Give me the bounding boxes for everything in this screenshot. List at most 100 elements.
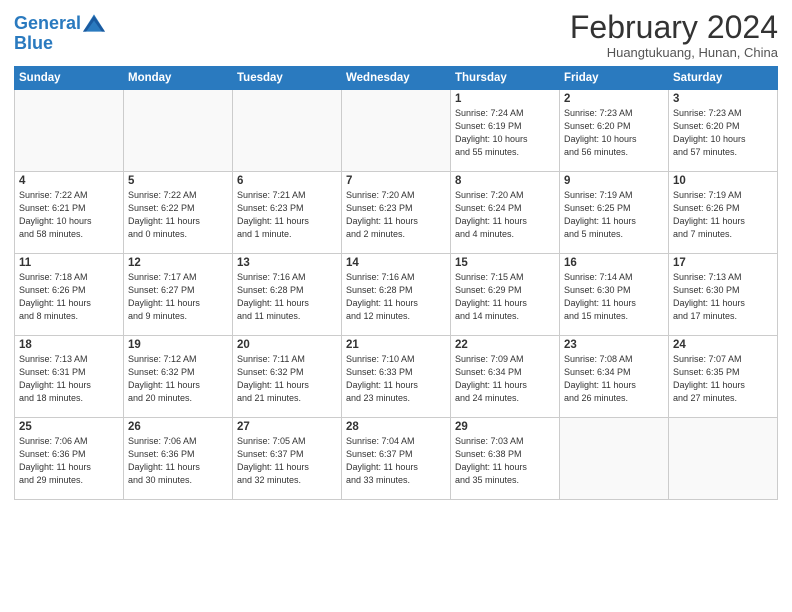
day-number: 1: [455, 93, 555, 105]
calendar-cell: 16Sunrise: 7:14 AMSunset: 6:30 PMDayligh…: [560, 254, 669, 336]
day-info: Sunrise: 7:20 AMSunset: 6:23 PMDaylight:…: [346, 189, 446, 241]
day-info: Sunrise: 7:22 AMSunset: 6:22 PMDaylight:…: [128, 189, 228, 241]
day-of-week-header: Sunday: [15, 67, 124, 90]
day-number: 3: [673, 93, 773, 105]
calendar-cell: 6 Sunrise: 7:21 AMSunset: 6:23 PMDaylight…: [233, 172, 342, 254]
day-number: 22: [455, 339, 555, 351]
calendar-cell: 2 Sunrise: 7:23 AMSunset: 6:20 PMDaylight…: [560, 90, 669, 172]
calendar-cell: 21 Sunrise: 7:10 AMSunset: 6:33 PMDayligh…: [342, 336, 451, 418]
logo: General Blue: [14, 14, 105, 54]
day-of-week-header: Thursday: [451, 67, 560, 90]
day-info: Sunrise: 7:19 AMSunset: 6:25 PMDaylight:…: [564, 189, 664, 241]
day-number: 10: [673, 175, 773, 187]
day-number: 16: [564, 257, 664, 269]
calendar-week-row: 18 Sunrise: 7:13 AMSunset: 6:31 PMDayligh…: [15, 336, 778, 418]
page: General Blue February 2024 Huangtukuang,…: [0, 0, 792, 612]
logo-icon: [83, 14, 105, 32]
day-number: 9: [564, 175, 664, 187]
calendar-cell: 9 Sunrise: 7:19 AMSunset: 6:25 PMDaylight…: [560, 172, 669, 254]
calendar-cell: 7 Sunrise: 7:20 AMSunset: 6:23 PMDaylight…: [342, 172, 451, 254]
day-info: Sunrise: 7:10 AMSunset: 6:33 PMDaylight:…: [346, 353, 446, 405]
day-info: Sunrise: 7:15 AMSunset: 6:29 PMDaylight:…: [455, 271, 555, 323]
calendar-cell: [560, 418, 669, 500]
day-of-week-header: Friday: [560, 67, 669, 90]
calendar-cell: 5 Sunrise: 7:22 AMSunset: 6:22 PMDaylight…: [124, 172, 233, 254]
calendar-cell: 29 Sunrise: 7:03 AMSunset: 6:38 PMDayligh…: [451, 418, 560, 500]
calendar-cell: 13 Sunrise: 7:16 AMSunset: 6:28 PMDayligh…: [233, 254, 342, 336]
day-info: Sunrise: 7:23 AMSunset: 6:20 PMDaylight:…: [564, 107, 664, 159]
calendar-cell: 12Sunrise: 7:17 AMSunset: 6:27 PMDayligh…: [124, 254, 233, 336]
day-number: 23: [564, 339, 664, 351]
day-number: 21: [346, 339, 446, 351]
calendar-cell: 15Sunrise: 7:15 AMSunset: 6:29 PMDayligh…: [451, 254, 560, 336]
calendar-cell: 18 Sunrise: 7:13 AMSunset: 6:31 PMDayligh…: [15, 336, 124, 418]
day-of-week-header: Wednesday: [342, 67, 451, 90]
day-number: 18: [19, 339, 119, 351]
month-year-title: February 2024: [570, 10, 778, 45]
day-number: 24: [673, 339, 773, 351]
title-block: February 2024 Huangtukuang, Hunan, China: [570, 10, 778, 60]
calendar-cell: [15, 90, 124, 172]
location-subtitle: Huangtukuang, Hunan, China: [570, 45, 778, 60]
day-number: 6: [237, 175, 337, 187]
calendar-cell: 24Sunrise: 7:07 AMSunset: 6:35 PMDayligh…: [669, 336, 778, 418]
day-info: Sunrise: 7:20 AMSunset: 6:24 PMDaylight:…: [455, 189, 555, 241]
calendar-cell: 19 Sunrise: 7:12 AMSunset: 6:32 PMDayligh…: [124, 336, 233, 418]
day-info: Sunrise: 7:19 AMSunset: 6:26 PMDaylight:…: [673, 189, 773, 241]
day-number: 28: [346, 421, 446, 433]
day-number: 17: [673, 257, 773, 269]
calendar-cell: [124, 90, 233, 172]
calendar-cell: 20Sunrise: 7:11 AMSunset: 6:32 PMDayligh…: [233, 336, 342, 418]
day-info: Sunrise: 7:05 AMSunset: 6:37 PMDaylight:…: [237, 435, 337, 487]
calendar-cell: 28Sunrise: 7:04 AMSunset: 6:37 PMDayligh…: [342, 418, 451, 500]
calendar-cell: 10 Sunrise: 7:19 AMSunset: 6:26 PMDayligh…: [669, 172, 778, 254]
day-of-week-header: Saturday: [669, 67, 778, 90]
day-info: Sunrise: 7:06 AMSunset: 6:36 PMDaylight:…: [19, 435, 119, 487]
day-info: Sunrise: 7:08 AMSunset: 6:34 PMDaylight:…: [564, 353, 664, 405]
day-info: Sunrise: 7:21 AMSunset: 6:23 PMDaylight:…: [237, 189, 337, 241]
logo-text-general: General: [14, 14, 81, 34]
day-info: Sunrise: 7:22 AMSunset: 6:21 PMDaylight:…: [19, 189, 119, 241]
day-number: 8: [455, 175, 555, 187]
calendar-cell: 23 Sunrise: 7:08 AMSunset: 6:34 PMDayligh…: [560, 336, 669, 418]
day-of-week-header: Tuesday: [233, 67, 342, 90]
calendar-cell: 3Sunrise: 7:23 AMSunset: 6:20 PMDaylight…: [669, 90, 778, 172]
calendar-cell: 17 Sunrise: 7:13 AMSunset: 6:30 PMDayligh…: [669, 254, 778, 336]
calendar-cell: [669, 418, 778, 500]
day-info: Sunrise: 7:16 AMSunset: 6:28 PMDaylight:…: [346, 271, 446, 323]
calendar-week-row: 11 Sunrise: 7:18 AMSunset: 6:26 PMDayligh…: [15, 254, 778, 336]
day-number: 19: [128, 339, 228, 351]
day-number: 12: [128, 257, 228, 269]
calendar-cell: 1 Sunrise: 7:24 AMSunset: 6:19 PMDaylight…: [451, 90, 560, 172]
day-info: Sunrise: 7:13 AMSunset: 6:31 PMDaylight:…: [19, 353, 119, 405]
day-number: 14: [346, 257, 446, 269]
calendar-cell: 11 Sunrise: 7:18 AMSunset: 6:26 PMDayligh…: [15, 254, 124, 336]
day-info: Sunrise: 7:03 AMSunset: 6:38 PMDaylight:…: [455, 435, 555, 487]
day-info: Sunrise: 7:12 AMSunset: 6:32 PMDaylight:…: [128, 353, 228, 405]
day-number: 13: [237, 257, 337, 269]
day-info: Sunrise: 7:18 AMSunset: 6:26 PMDaylight:…: [19, 271, 119, 323]
logo-text-blue: Blue: [14, 34, 105, 54]
day-info: Sunrise: 7:13 AMSunset: 6:30 PMDaylight:…: [673, 271, 773, 323]
day-info: Sunrise: 7:24 AMSunset: 6:19 PMDaylight:…: [455, 107, 555, 159]
day-info: Sunrise: 7:06 AMSunset: 6:36 PMDaylight:…: [128, 435, 228, 487]
day-of-week-header: Monday: [124, 67, 233, 90]
calendar-cell: 14 Sunrise: 7:16 AMSunset: 6:28 PMDayligh…: [342, 254, 451, 336]
day-number: 29: [455, 421, 555, 433]
calendar-cell: [342, 90, 451, 172]
day-number: 2: [564, 93, 664, 105]
day-info: Sunrise: 7:16 AMSunset: 6:28 PMDaylight:…: [237, 271, 337, 323]
day-number: 5: [128, 175, 228, 187]
calendar-week-row: 1 Sunrise: 7:24 AMSunset: 6:19 PMDaylight…: [15, 90, 778, 172]
calendar-header-row: SundayMondayTuesdayWednesdayThursdayFrid…: [15, 67, 778, 90]
calendar-cell: [233, 90, 342, 172]
header: General Blue February 2024 Huangtukuang,…: [14, 10, 778, 60]
day-number: 11: [19, 257, 119, 269]
day-number: 25: [19, 421, 119, 433]
calendar-week-row: 25 Sunrise: 7:06 AMSunset: 6:36 PMDayligh…: [15, 418, 778, 500]
day-number: 4: [19, 175, 119, 187]
day-info: Sunrise: 7:11 AMSunset: 6:32 PMDaylight:…: [237, 353, 337, 405]
calendar-week-row: 4 Sunrise: 7:22 AMSunset: 6:21 PMDaylight…: [15, 172, 778, 254]
calendar-table: SundayMondayTuesdayWednesdayThursdayFrid…: [14, 66, 778, 500]
day-number: 7: [346, 175, 446, 187]
